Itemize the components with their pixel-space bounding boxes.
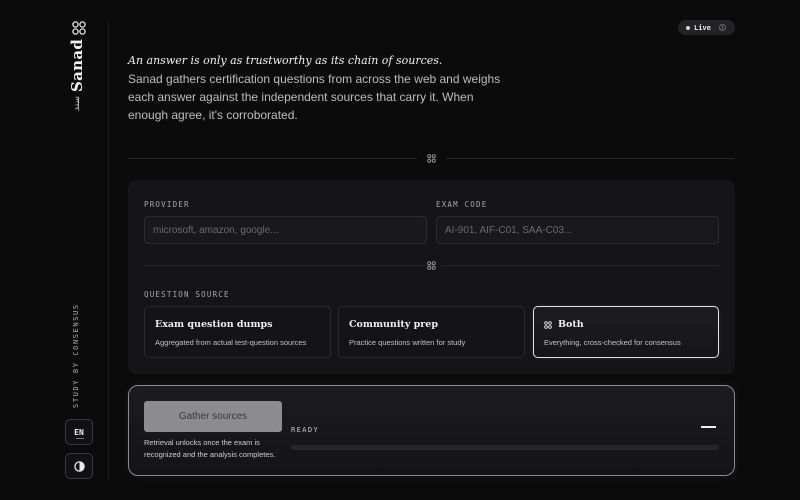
collapse-icon[interactable]	[701, 426, 716, 428]
sidebar: Sanad سند STUDY BY CONSENSUS EN	[0, 0, 108, 500]
question-source-label: QUESTION SOURCE	[144, 290, 230, 299]
exam-form-card: PROVIDER EXAM CODE QUESTION SOURCE Exam …	[128, 180, 735, 374]
source-option-title: Both	[558, 319, 584, 330]
info-icon[interactable]: i	[718, 24, 726, 31]
tagline: STUDY BY CONSENSUS	[72, 303, 80, 409]
gather-sources-button[interactable]: Gather sources	[144, 401, 282, 432]
form-divider-left	[144, 265, 432, 266]
progress-bar	[291, 445, 719, 450]
brand-arabic-name: سند	[72, 96, 82, 111]
source-option-dumps[interactable]: Exam question dumps Aggregated from actu…	[144, 306, 331, 358]
intro: An answer is only as trustworthy as its …	[128, 52, 508, 124]
language-button[interactable]: EN	[65, 419, 93, 445]
source-option-both[interactable]: Both Everything, cross-checked for conse…	[533, 306, 719, 358]
gather-hint: Retrieval unlocks once the exam is recog…	[144, 438, 276, 459]
source-option-desc: Aggregated from actual test-question sou…	[155, 338, 307, 347]
intro-lead: An answer is only as trustworthy as its …	[128, 54, 443, 67]
brand-name: Sanad	[68, 38, 86, 92]
section-divider	[128, 154, 735, 163]
live-status-badge[interactable]: Live i	[678, 20, 735, 35]
form-divider-ornament-icon	[427, 261, 436, 270]
provider-label: PROVIDER	[144, 200, 190, 209]
contrast-icon	[73, 460, 85, 472]
consensus-icon	[544, 320, 552, 329]
source-option-desc: Everything, cross-checked for consensus	[544, 338, 681, 347]
divider-ornament-icon	[427, 154, 436, 163]
status-label: READY	[291, 426, 320, 434]
gather-panel: Gather sources Retrieval unlocks once th…	[128, 385, 735, 476]
form-divider-right	[442, 265, 719, 266]
provider-input[interactable]	[144, 216, 427, 244]
status-dot-icon	[686, 25, 690, 30]
source-option-community[interactable]: Community prep Practice questions writte…	[338, 306, 525, 358]
live-status-label: Live	[694, 23, 711, 32]
exam-code-label: EXAM CODE	[436, 200, 488, 209]
source-option-title: Exam question dumps	[155, 319, 273, 330]
exam-code-input[interactable]	[436, 216, 719, 244]
theme-toggle-button[interactable]	[65, 453, 93, 479]
source-option-desc: Practice questions written for study	[349, 338, 466, 347]
logo-icon	[72, 21, 86, 35]
sidebar-divider	[108, 22, 109, 480]
source-option-title: Community prep	[349, 319, 438, 330]
intro-body: Sanad gathers certification questions fr…	[128, 72, 501, 122]
